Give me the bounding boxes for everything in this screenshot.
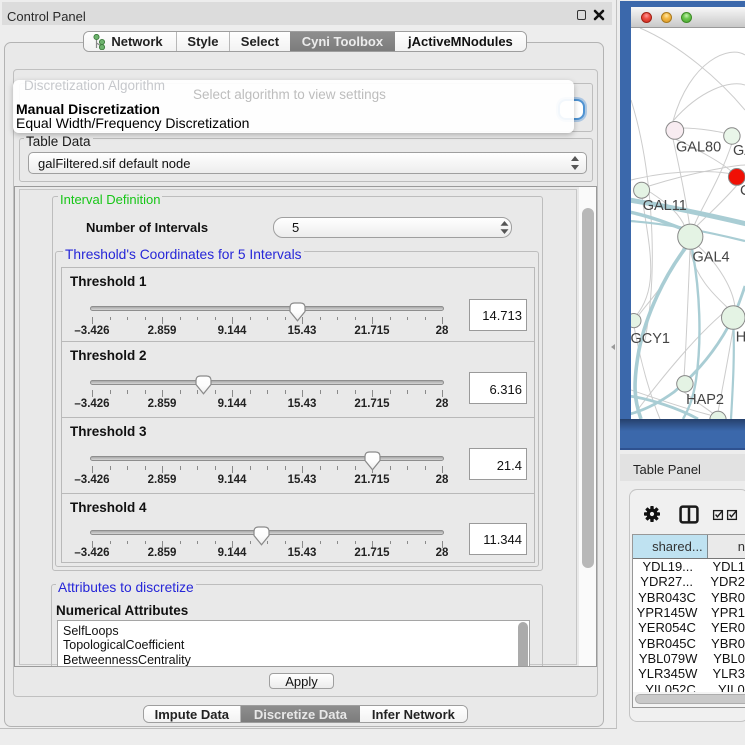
svg-text:GCY1: GCY1	[631, 331, 670, 347]
svg-text:GAL80: GAL80	[676, 139, 721, 155]
svg-text:GAL11: GAL11	[643, 198, 687, 214]
svg-text:GAL4: GAL4	[693, 250, 730, 266]
svg-text:GA: GA	[733, 143, 745, 159]
svg-text:HAP2: HAP2	[686, 392, 724, 408]
svg-text:C: C	[740, 183, 745, 199]
svg-text:H: H	[736, 330, 745, 346]
